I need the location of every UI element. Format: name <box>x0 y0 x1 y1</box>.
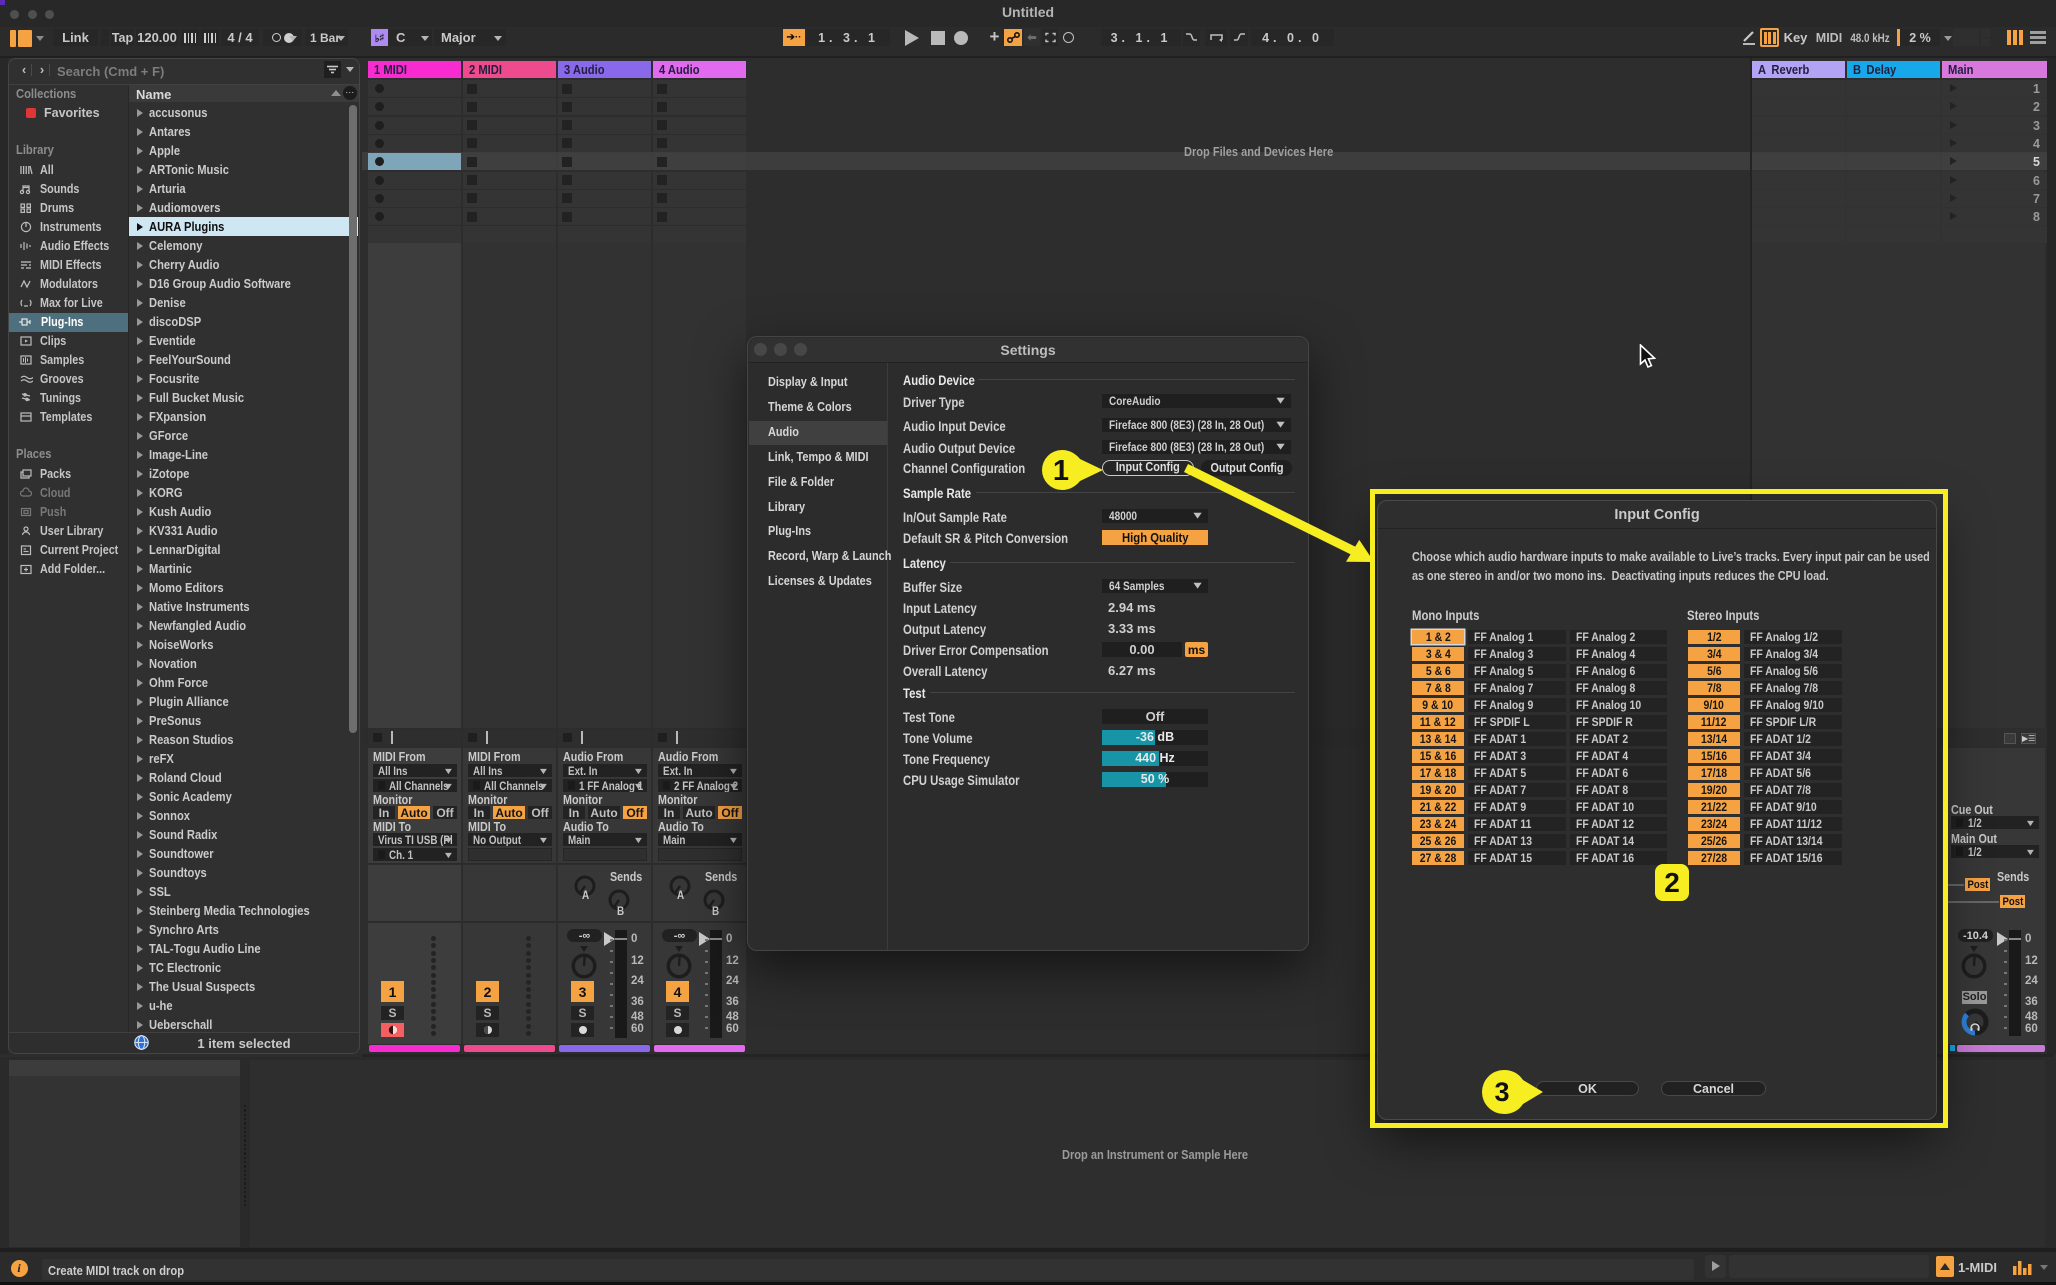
svg-text:1: 1 <box>1053 455 1069 487</box>
svg-text:3: 3 <box>1494 1077 1509 1107</box>
